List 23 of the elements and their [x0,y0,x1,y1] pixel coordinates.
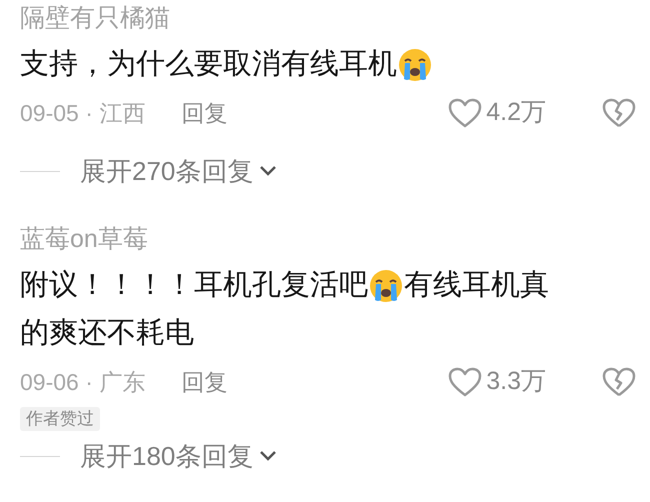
heart-icon[interactable] [448,98,482,128]
date-location: 09-06 · 广东 [20,368,146,397]
comment-text: 附议！！！！耳机孔复活吧 [20,268,368,304]
broken-heart-icon[interactable] [602,367,636,397]
comment-text: 支持，为什么要取消有线耳机 [20,47,397,82]
expand-replies-button[interactable]: 展开180条回复 [80,436,278,476]
reply-link[interactable]: 回复 [181,364,228,400]
comment-text: 有线耳机真 [404,268,549,304]
expand-replies-button[interactable]: 展开270条回复 [80,152,278,190]
like-button[interactable]: 4.2万 [448,94,546,132]
username[interactable]: 隔壁有只橘猫 [20,0,636,36]
crying-face-icon [398,48,432,82]
heart-icon[interactable] [448,367,482,397]
date-location: 09-05 · 江西 [20,98,146,128]
reply-link[interactable]: 回复 [181,96,228,130]
author-liked-badge: 作者赞过 [20,407,100,431]
chevron-down-icon [259,165,278,177]
username[interactable]: 蓝莓on草莓 [20,221,636,257]
comment-text: 的爽还不耗电 [20,316,194,352]
crying-face-icon [369,269,403,303]
like-button[interactable]: 3.3万 [448,363,546,401]
broken-heart-icon[interactable] [602,98,636,128]
chevron-down-icon [259,450,278,462]
